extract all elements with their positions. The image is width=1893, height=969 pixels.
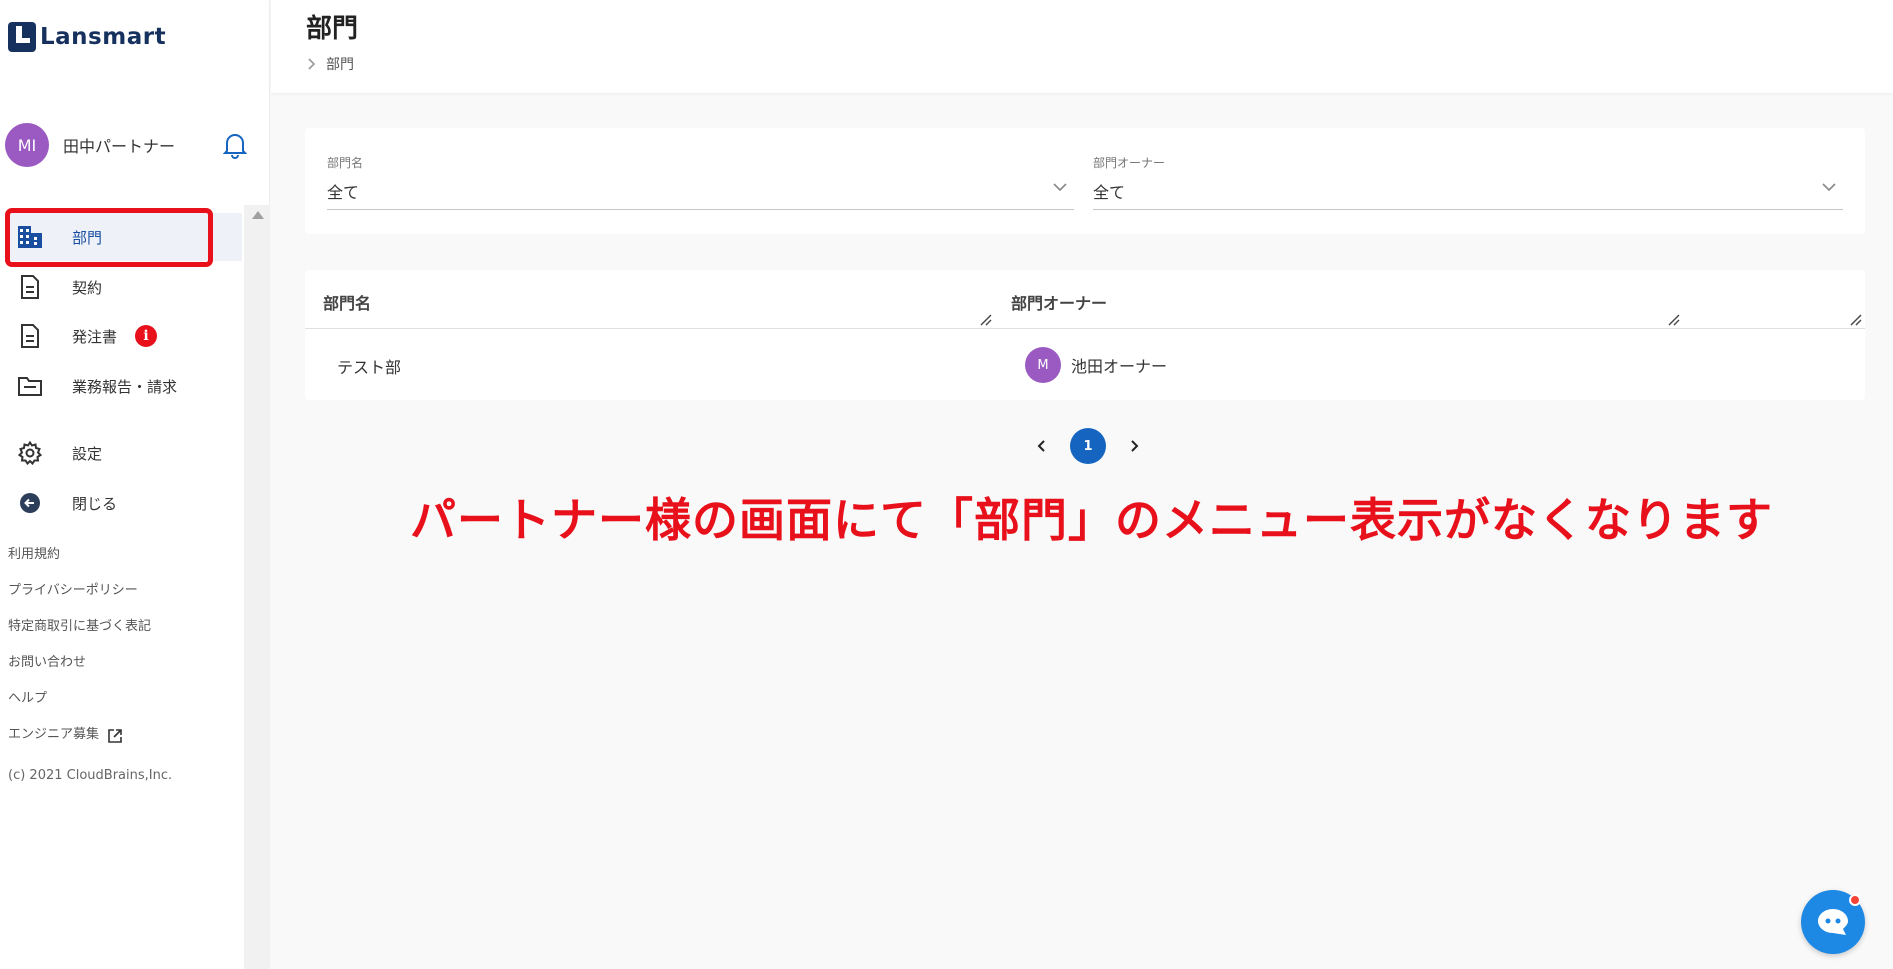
page-number-current[interactable]: 1: [1070, 428, 1106, 464]
department-owner-select[interactable]: 部門オーナー 全て: [1093, 154, 1843, 210]
table-header: 部門名 部門オーナー: [305, 270, 1865, 329]
sidebar-item-label: 設定: [72, 444, 103, 463]
pagination: 1: [1030, 428, 1146, 464]
next-page-icon[interactable]: [1122, 434, 1146, 458]
footer-link-commercial-law[interactable]: 特定商取引に基づく表記: [8, 617, 151, 653]
owner-name: 池田オーナー: [1071, 357, 1168, 376]
filter-label: 部門オーナー: [1093, 156, 1166, 170]
column-resize-handle-icon[interactable]: [1849, 314, 1863, 326]
page-title: 部門: [306, 14, 359, 44]
sidebar-item-label: 閉じる: [72, 494, 118, 513]
chat-bubble-icon: [1818, 909, 1848, 935]
lansmart-logo-icon: [8, 22, 36, 52]
column-header-department-name[interactable]: 部門名: [323, 290, 371, 314]
gear-icon: [10, 441, 50, 465]
document-icon: [10, 275, 50, 299]
prev-page-icon[interactable]: [1030, 434, 1054, 458]
filter-value: 全て: [327, 183, 360, 202]
avatar[interactable]: MI: [5, 123, 49, 167]
column-resize-handle-icon[interactable]: [979, 314, 993, 326]
notification-bell-icon[interactable]: [220, 130, 250, 160]
chevron-right-icon: [308, 58, 316, 70]
user-profile: MI 田中パートナー: [5, 123, 250, 167]
footer-link-careers[interactable]: エンジニア募集: [8, 725, 151, 761]
logo-text: Lansmart: [40, 24, 167, 50]
sidebar-item-close[interactable]: 閉じる: [10, 479, 242, 527]
sidebar-scrollbar[interactable]: [244, 205, 270, 969]
filter-value: 全て: [1093, 183, 1126, 202]
sidebar-item-purchase-orders[interactable]: 発注書 i: [10, 312, 242, 360]
page-header: 部門 部門: [271, 0, 1893, 93]
cell-department-owner: M 池田オーナー: [1025, 347, 1167, 383]
sidebar-item-contracts[interactable]: 契約: [10, 263, 242, 311]
app-logo[interactable]: Lansmart: [8, 22, 166, 52]
highlight-annotation-box: [5, 208, 213, 267]
sidebar-item-label: 業務報告・請求: [72, 377, 178, 396]
chevron-down-icon: [1053, 183, 1067, 192]
footer-links: 利用規約 プライバシーポリシー 特定商取引に基づく表記 お問い合わせ ヘルプ エ…: [8, 545, 151, 761]
sidebar-item-label: 発注書: [72, 327, 118, 346]
department-name-select[interactable]: 部門名 全て: [327, 154, 1074, 210]
sidebar-item-reports-billing[interactable]: 業務報告・請求: [10, 362, 242, 410]
breadcrumb-item[interactable]: 部門: [326, 54, 354, 74]
alert-badge: i: [135, 325, 158, 347]
sidebar-item-settings[interactable]: 設定: [10, 429, 242, 477]
chat-button[interactable]: [1801, 890, 1865, 954]
filter-card: 部門名 全て 部門オーナー 全て: [305, 128, 1865, 234]
arrow-left-circle-icon: [10, 492, 50, 514]
copyright: (c) 2021 CloudBrains,Inc.: [8, 768, 173, 783]
sidebar: Lansmart MI 田中パートナー 部門 契約 発注書 i 業務報告・請求 …: [0, 0, 270, 969]
departments-table: 部門名 部門オーナー テスト部 M 池田オーナー: [305, 270, 1865, 400]
column-header-department-owner[interactable]: 部門オーナー: [1011, 290, 1107, 314]
scroll-up-arrow-icon[interactable]: [252, 211, 264, 219]
breadcrumb: 部門: [306, 54, 354, 74]
external-link-icon: [108, 729, 122, 743]
footer-link-contact[interactable]: お問い合わせ: [8, 653, 151, 689]
table-row[interactable]: テスト部 M 池田オーナー: [305, 330, 1865, 400]
document-icon: [10, 324, 50, 348]
footer-link-help[interactable]: ヘルプ: [8, 689, 151, 725]
cell-department-name: テスト部: [337, 358, 402, 377]
sidebar-item-label: 契約: [72, 278, 103, 297]
footer-link-terms[interactable]: 利用規約: [8, 545, 151, 581]
avatar: M: [1025, 347, 1061, 383]
user-name: 田中パートナー: [63, 137, 176, 156]
annotation-text: パートナー様の画面にて「部門」のメニュー表示がなくなります: [410, 493, 1773, 547]
footer-link-privacy[interactable]: プライバシーポリシー: [8, 581, 151, 617]
folder-icon: [10, 376, 50, 396]
chat-notification-dot: [1849, 894, 1861, 906]
filter-label: 部門名: [327, 156, 364, 170]
chevron-down-icon: [1822, 183, 1836, 192]
column-resize-handle-icon[interactable]: [1667, 314, 1681, 326]
